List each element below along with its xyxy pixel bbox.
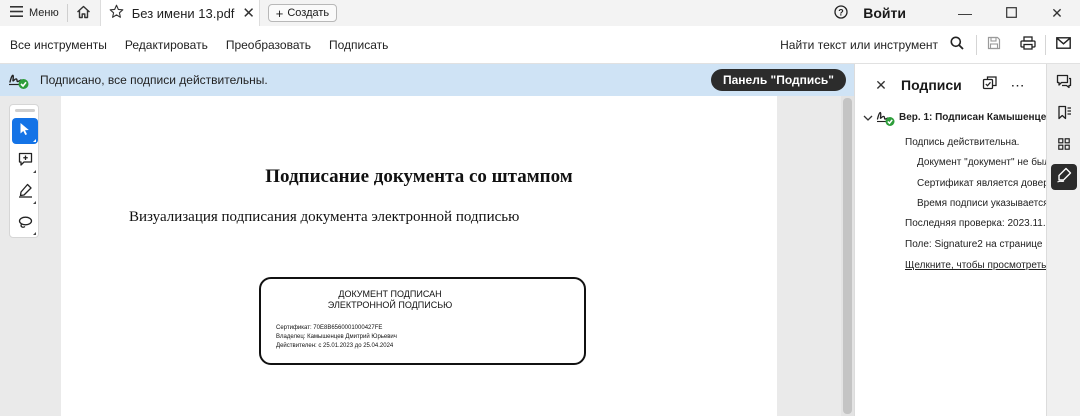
stamp-validity: Действителен: с 25.01.2023 до 25.04.2024 [276, 343, 394, 349]
signature-valid-icon [4, 64, 34, 96]
document-heading: Подписание документа со штампом [265, 166, 573, 187]
certificate-trusted-text: Сертификат является довер [917, 178, 1046, 189]
title-bar: Меню Без имени 13.pdf ✕ + Создать ? Войт… [0, 0, 1080, 26]
comments-button[interactable] [1051, 71, 1077, 97]
highlight-tool-button[interactable] [12, 180, 38, 206]
add-comment-button[interactable] [12, 149, 38, 175]
signature-status-bar: Подписано, все подписи действительны. Па… [0, 64, 854, 96]
close-tab-icon[interactable]: ✕ [242, 4, 255, 22]
draw-tool-button[interactable] [12, 211, 38, 237]
save-icon [987, 36, 1001, 55]
grid-icon [1058, 137, 1070, 155]
stamp-heading-line2: ЭЛЕКТРОННОЙ ПОДПИСЬЮ [327, 300, 453, 310]
toolbar-right: Найти текст или инструмент [780, 26, 1080, 64]
tool-options-indicator [33, 139, 36, 142]
pen-icon [18, 183, 33, 203]
tab-title: Без имени 13.pdf [131, 5, 235, 21]
window-controls: ? Войти — ✕ [831, 0, 1080, 26]
find-text-label[interactable]: Найти текст или инструмент [780, 38, 938, 52]
document-unchanged-text: Документ "документ" не был [917, 157, 1046, 168]
panel-title: Подписи [901, 77, 962, 93]
menu-button[interactable]: Меню [0, 0, 67, 26]
signing-time-text: Время подписи указывается [917, 198, 1046, 209]
right-rail [1046, 64, 1080, 416]
menu-all-tools[interactable]: Все инструменты [10, 38, 107, 52]
menu-label: Меню [29, 7, 59, 19]
document-tab[interactable]: Без имени 13.pdf ✕ [99, 0, 260, 26]
signature-field-text: Поле: Signature2 на странице 1 [905, 239, 1046, 250]
signature-version-label[interactable]: Вер. 1: Подписан Камышенцев , [899, 112, 1046, 123]
comment-add-icon [18, 152, 33, 172]
pdf-page[interactable]: Подписание документа со штампом Визуализ… [61, 96, 777, 416]
select-tool-button[interactable] [12, 118, 38, 144]
create-button[interactable]: + Создать [267, 4, 338, 22]
more-options-button[interactable]: ⋯ [1009, 76, 1027, 94]
close-icon: ✕ [1051, 4, 1063, 21]
bookmarks-button[interactable] [1051, 102, 1077, 128]
star-icon[interactable] [109, 4, 124, 22]
home-button[interactable] [68, 0, 100, 26]
signature-version-icon [876, 108, 896, 131]
search-button[interactable] [944, 26, 970, 64]
plus-icon: + [275, 5, 284, 21]
validate-all-button[interactable] [981, 75, 999, 96]
signature-status-text: Подписано, все подписи действительны. [40, 73, 268, 87]
lasso-icon [18, 215, 33, 234]
comments-icon [1056, 74, 1072, 94]
signature-stamp[interactable]: ДОКУМЕНТ ПОДПИСАН ЭЛЕКТРОННОЙ ПОДПИСЬЮ С… [259, 277, 586, 365]
stamp-certificate: Сертификат: 70E8B6560001000427FE [276, 325, 383, 331]
validate-icon [982, 75, 998, 96]
print-icon [1020, 35, 1036, 55]
last-check-text: Последняя проверка: 2023.11. [905, 218, 1046, 229]
expand-chevron-icon[interactable] [863, 114, 873, 125]
bookmark-icon [1057, 105, 1072, 125]
more-icon: ⋯ [1010, 76, 1026, 93]
view-details-link[interactable]: Щелкните, чтобы просмотреть [905, 260, 1046, 271]
menu-edit[interactable]: Редактировать [125, 38, 208, 52]
help-icon: ? [834, 4, 848, 22]
thumbnails-button[interactable] [1051, 133, 1077, 159]
close-panel-icon[interactable]: ✕ [871, 77, 891, 94]
save-button[interactable] [977, 26, 1011, 64]
tool-options-indicator [33, 201, 36, 204]
minimize-icon: — [958, 5, 972, 21]
email-button[interactable] [1046, 26, 1080, 64]
signatures-panel-button[interactable] [1051, 164, 1077, 190]
sign-in-button[interactable]: Войти [863, 5, 906, 21]
scrollbar-thumb[interactable] [843, 98, 852, 414]
menu-convert[interactable]: Преобразовать [226, 38, 311, 52]
drag-handle[interactable] [15, 109, 35, 112]
mail-icon [1055, 36, 1071, 54]
main-toolbar: Все инструменты Редактировать Преобразов… [0, 26, 1080, 64]
vertical-scrollbar[interactable] [841, 96, 854, 416]
tool-options-indicator [33, 232, 36, 235]
tool-options-indicator [33, 170, 36, 173]
search-icon [950, 36, 964, 55]
menu-sign[interactable]: Подписать [329, 38, 388, 52]
signatures-panel: ✕ Подписи ⋯ Вер. 1: Подписан Камышенцев … [854, 64, 1046, 416]
signature-valid-text: Подпись действительна. [905, 137, 1020, 148]
stamp-owner: Владелец: Камышенцев Дмитрий Юрьевич [276, 334, 397, 340]
maximize-button[interactable] [988, 0, 1034, 26]
page-gutter [777, 96, 841, 416]
stamp-heading-line1: ДОКУМЕНТ ПОДПИСАН [338, 289, 442, 299]
document-area: Подписание документа со штампом Визуализ… [0, 96, 854, 416]
home-icon [76, 5, 91, 22]
maximize-icon [1005, 5, 1017, 21]
help-button[interactable]: ? [831, 3, 851, 23]
close-window-button[interactable]: ✕ [1034, 0, 1080, 26]
document-text: Визуализация подписания документа электр… [129, 209, 520, 225]
print-button[interactable] [1011, 26, 1045, 64]
signature-pen-icon [1056, 167, 1072, 188]
signature-panel-button[interactable]: Панель "Подпись" [710, 69, 846, 91]
create-label: Создать [287, 7, 330, 19]
quick-tools [9, 104, 39, 238]
cursor-icon [19, 122, 31, 141]
hamburger-icon [10, 6, 23, 20]
svg-text:?: ? [839, 7, 845, 17]
minimize-button[interactable]: — [942, 0, 988, 26]
